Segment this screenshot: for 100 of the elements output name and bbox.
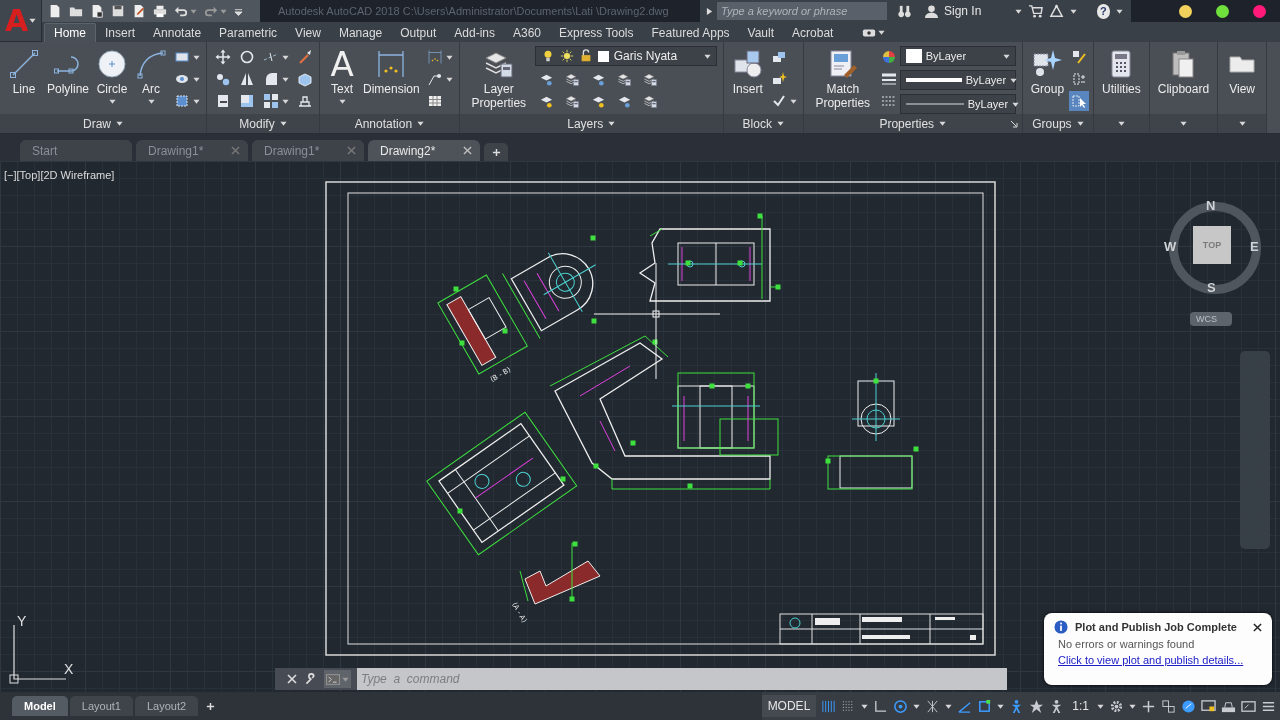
document-tab[interactable]: Drawing2* xyxy=(368,140,480,161)
ribbon-tool-button[interactable]: Polyline xyxy=(45,46,92,98)
maximize-icon[interactable] xyxy=(1241,698,1256,714)
stamp-icon[interactable] xyxy=(297,93,314,109)
panel-menu-button[interactable]: Draw xyxy=(80,115,126,132)
caret-icon[interactable] xyxy=(1179,120,1187,127)
star-block-icon[interactable] xyxy=(770,71,787,87)
ribbon-tab[interactable]: View xyxy=(286,23,330,42)
ribbon-tab[interactable]: Manage xyxy=(329,23,392,42)
dashed-square-icon[interactable] xyxy=(174,93,191,109)
ribbon-tab[interactable]: Annotate xyxy=(144,23,211,42)
gear-icon[interactable] xyxy=(1109,698,1124,714)
sign-in-button[interactable]: Sign In xyxy=(924,3,1009,19)
rounded-corner-icon[interactable] xyxy=(263,71,280,87)
brush-icon[interactable] xyxy=(297,49,314,65)
caret-icon[interactable] xyxy=(878,29,886,36)
ribbon-tab[interactable]: Add-ins xyxy=(445,23,504,42)
ribbon-tool-button[interactable]: Arc xyxy=(133,46,170,107)
compass-letter[interactable]: N xyxy=(1206,199,1216,213)
caret-icon[interactable] xyxy=(445,53,453,61)
caret-icon[interactable] xyxy=(776,120,784,127)
caret-icon[interactable] xyxy=(703,52,711,60)
save-icon[interactable] xyxy=(111,4,125,18)
target-icon[interactable] xyxy=(893,698,909,714)
window-control-button[interactable] xyxy=(1179,4,1192,18)
caret-icon[interactable] xyxy=(338,98,346,105)
caret-icon[interactable] xyxy=(939,120,947,127)
table-icon[interactable] xyxy=(426,93,443,109)
expand-icon[interactable] xyxy=(706,6,713,16)
caret-icon[interactable] xyxy=(1014,7,1022,15)
command-field[interactable]: Type a command xyxy=(357,668,1007,690)
rectangle-icon[interactable] xyxy=(174,49,191,65)
caret-icon[interactable] xyxy=(193,75,201,83)
leader-icon[interactable] xyxy=(426,71,443,87)
close-icon[interactable] xyxy=(1253,622,1262,632)
sun-icon[interactable] xyxy=(559,49,574,63)
layers-icon[interactable] xyxy=(564,93,580,109)
caret-icon[interactable] xyxy=(913,702,921,710)
redo-icon[interactable] xyxy=(204,4,218,18)
caret-icon[interactable] xyxy=(1129,702,1136,710)
layout-tab[interactable]: Layout1 xyxy=(69,696,133,716)
caret-icon[interactable] xyxy=(1116,7,1123,15)
help-button[interactable]: ? xyxy=(1096,3,1110,19)
ribbon-tool-button[interactable]: Layer Properties xyxy=(465,46,532,112)
caret-icon[interactable] xyxy=(193,97,201,105)
caret-icon[interactable] xyxy=(945,702,953,710)
window-control-button[interactable] xyxy=(1216,4,1229,18)
compass-letter[interactable]: S xyxy=(1207,281,1216,295)
wrench-icon[interactable] xyxy=(304,672,317,686)
pencil-icon[interactable] xyxy=(1071,49,1088,65)
status-button[interactable]: MODEL xyxy=(761,695,817,717)
plus-icon[interactable] xyxy=(1141,698,1156,714)
caret-icon[interactable] xyxy=(116,120,123,127)
group-plus-icon[interactable] xyxy=(1071,71,1088,87)
ribbon-tool-button[interactable]: Utilities xyxy=(1100,46,1143,98)
ribbon-tab[interactable]: Acrobat xyxy=(783,23,843,42)
lineweight-icon[interactable] xyxy=(880,71,897,87)
cross-arrows-icon[interactable] xyxy=(215,49,232,65)
ribbon-tool-button[interactable]: Circle xyxy=(94,46,131,107)
layers-icon[interactable] xyxy=(642,93,658,109)
caret-icon[interactable] xyxy=(1076,120,1084,127)
new-file-icon[interactable] xyxy=(48,4,62,18)
color-dropdown[interactable]: ByLayer xyxy=(899,46,1016,66)
squares-icon[interactable] xyxy=(239,93,256,109)
layers-icon[interactable] xyxy=(642,71,658,87)
ribbon-tab[interactable]: Featured Apps xyxy=(642,23,739,42)
caret-icon[interactable] xyxy=(445,75,453,83)
ring-icon[interactable] xyxy=(239,49,256,65)
caret-icon[interactable] xyxy=(282,75,290,83)
caret-icon[interactable] xyxy=(417,120,425,127)
caret-icon[interactable] xyxy=(1117,120,1125,127)
new-tab-button[interactable] xyxy=(484,143,508,161)
boxes-icon[interactable] xyxy=(1161,698,1176,714)
ribbon-tab[interactable]: Insert xyxy=(96,23,145,42)
ribbon-tool-button[interactable]: Match Properties xyxy=(809,46,876,112)
layout-tab[interactable]: Layout2 xyxy=(134,696,199,716)
viewport-controls-label[interactable]: [−][Top][2D Wireframe] xyxy=(4,169,115,181)
linetype-dropdown[interactable]: ByLayer xyxy=(899,94,1016,114)
binoculars-icon[interactable] xyxy=(897,3,912,19)
search-field[interactable]: Type a keyword or phrase xyxy=(717,2,887,20)
blocks-icon[interactable] xyxy=(770,49,787,65)
ribbon-tool-button[interactable]: View xyxy=(1224,46,1261,98)
caret-icon[interactable] xyxy=(29,17,37,24)
layer-dropdown[interactable]: Garis Nyata xyxy=(534,46,717,66)
cart-icon[interactable] xyxy=(1027,3,1043,19)
circles-icon[interactable] xyxy=(215,71,232,87)
star-icon[interactable] xyxy=(1029,698,1045,714)
snap-square-icon[interactable] xyxy=(977,698,993,714)
caret-icon[interactable] xyxy=(1097,702,1104,710)
ribbon-tab[interactable]: Home xyxy=(44,23,96,42)
caret-icon[interactable] xyxy=(282,53,290,61)
launcher-icon[interactable] xyxy=(1009,120,1018,128)
triangles-icon[interactable] xyxy=(239,71,256,87)
caret-icon[interactable] xyxy=(282,97,290,105)
grid-icon[interactable] xyxy=(821,698,837,714)
compass-letter[interactable]: E xyxy=(1250,240,1259,254)
checkmark-icon[interactable] xyxy=(770,93,787,109)
details-link[interactable]: Click to view plot and publish details... xyxy=(1054,654,1262,666)
customize-menu-icon[interactable] xyxy=(234,6,243,16)
group-select-icon[interactable] xyxy=(1071,93,1088,109)
